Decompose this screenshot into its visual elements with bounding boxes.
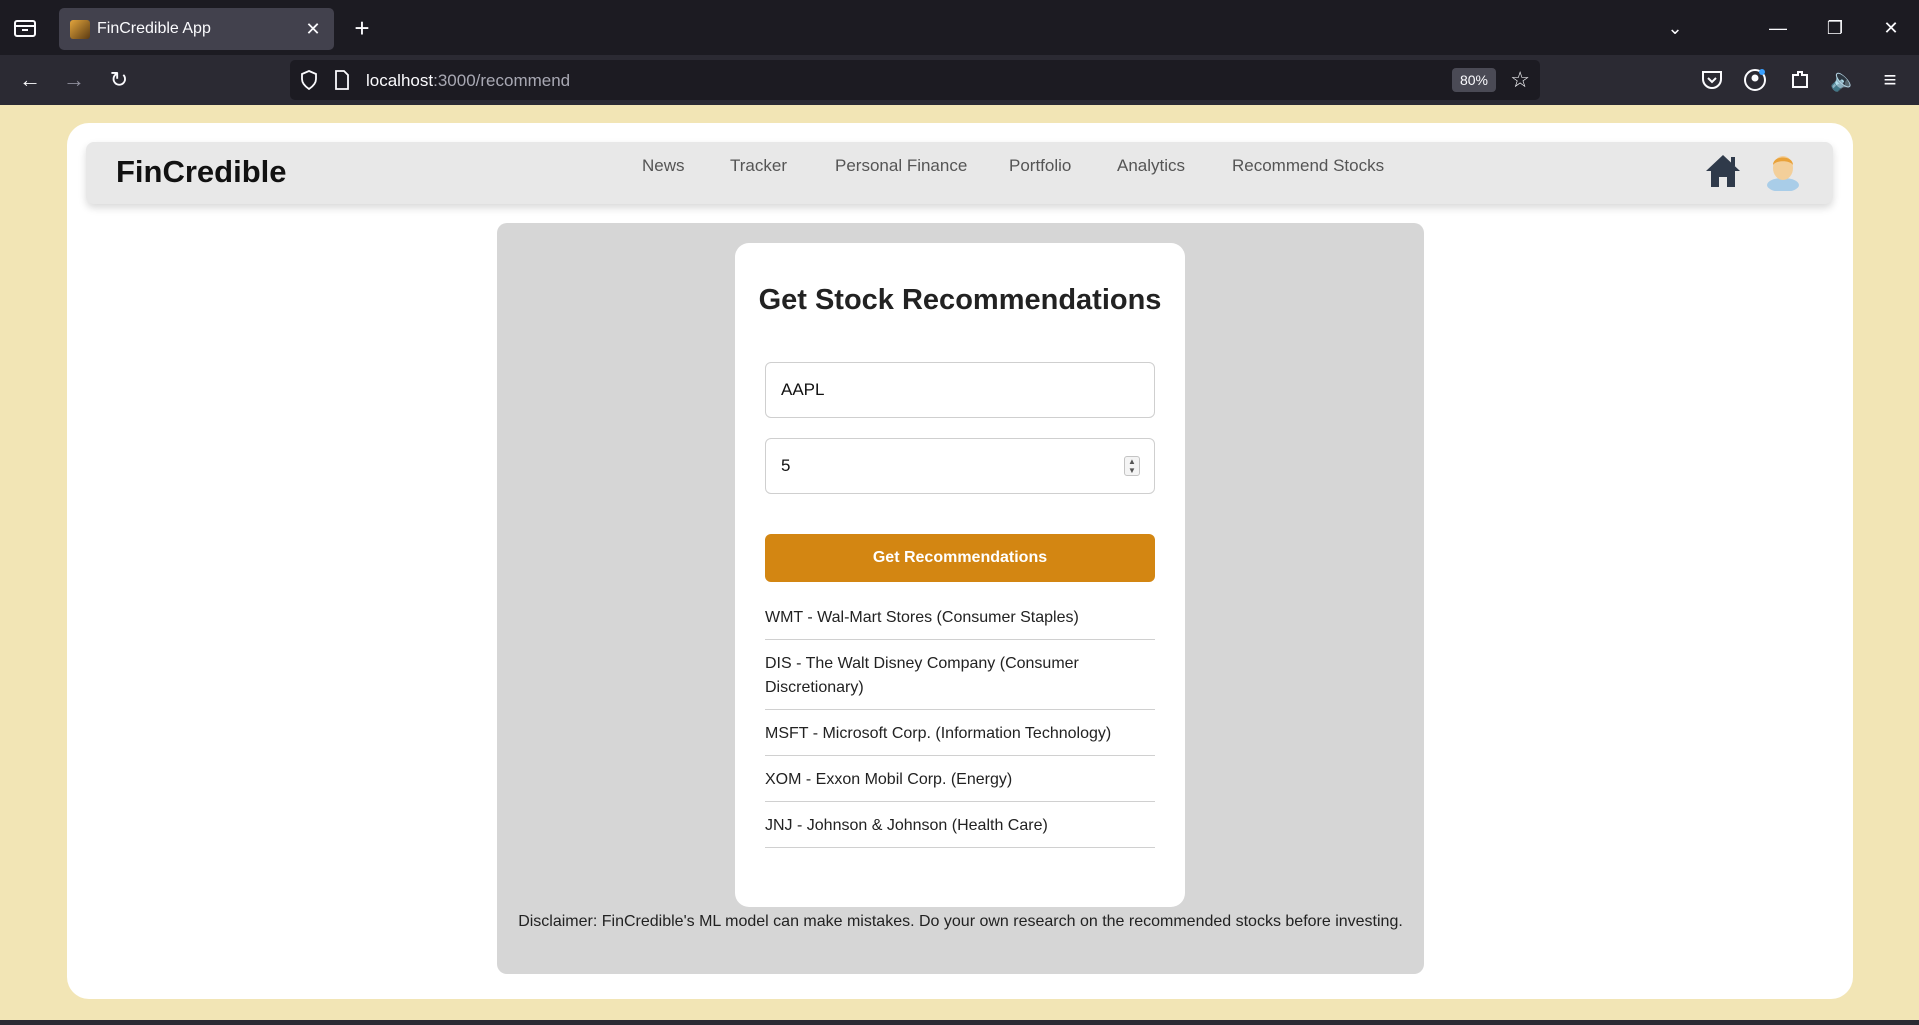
- close-window-icon[interactable]: ✕: [1876, 14, 1906, 42]
- tab-overflow-chevron-icon[interactable]: ⌄: [1660, 14, 1690, 42]
- ticker-input-value: AAPL: [781, 380, 825, 399]
- zoom-level-badge[interactable]: 80%: [1451, 68, 1496, 92]
- tab-title: FinCredible App: [97, 20, 211, 37]
- menu-item-analytics[interactable]: Analytics: [1117, 156, 1185, 176]
- get-recommendations-button[interactable]: Get Recommendations: [765, 534, 1155, 582]
- url-path: :3000/recommend: [433, 71, 571, 90]
- count-number-input[interactable]: 5 ▲ ▼: [765, 438, 1155, 494]
- tab-list-icon[interactable]: [12, 16, 38, 40]
- browser-tab-active[interactable]: FinCredible App ✕: [59, 8, 334, 50]
- number-stepper-icon[interactable]: ▲ ▼: [1124, 456, 1140, 476]
- app-container: FinCredible News Tracker Personal Financ…: [67, 123, 1853, 999]
- new-tab-icon[interactable]: +: [350, 14, 374, 42]
- menu-item-tracker[interactable]: Tracker: [730, 156, 787, 176]
- restore-window-icon[interactable]: ❐: [1820, 14, 1850, 42]
- menu-item-portfolio[interactable]: Portfolio: [1009, 156, 1071, 176]
- browser-nav-bar: ← → ↻ localhost:3000/recommend 80% ☆ 🔈 ≡: [0, 55, 1919, 105]
- menu-item-personal-finance[interactable]: Personal Finance: [835, 156, 967, 176]
- recommendation-panel: Get Stock Recommendations AAPL 5 ▲ ▼ Get …: [497, 223, 1424, 974]
- main-menu: News Tracker Personal Finance Portfolio …: [86, 156, 1833, 186]
- result-item: MSFT - Microsoft Corp. (Information Tech…: [765, 710, 1155, 756]
- url-host: localhost: [366, 71, 434, 90]
- app-menu-icon[interactable]: ≡: [1876, 66, 1904, 94]
- recommendation-results-list: WMT - Wal-Mart Stores (Consumer Staples)…: [765, 594, 1155, 848]
- disclaimer-text: Disclaimer: FinCredible's ML model can m…: [518, 913, 1403, 930]
- pocket-icon[interactable]: [1698, 66, 1726, 94]
- result-item: JNJ - Johnson & Johnson (Health Care): [765, 802, 1155, 848]
- minimize-window-icon[interactable]: —: [1763, 14, 1793, 42]
- url-text[interactable]: localhost:3000/recommend: [366, 71, 570, 91]
- result-item: XOM - Exxon Mobil Corp. (Energy): [765, 756, 1155, 802]
- result-item: DIS - The Walt Disney Company (Consumer …: [765, 640, 1155, 710]
- shield-icon[interactable]: [300, 70, 318, 95]
- account-icon[interactable]: [1741, 66, 1769, 94]
- form-title: Get Stock Recommendations: [758, 284, 1162, 316]
- close-tab-icon[interactable]: ✕: [302, 18, 324, 40]
- menu-item-recommend-stocks[interactable]: Recommend Stocks: [1232, 156, 1384, 176]
- page-info-icon[interactable]: [334, 70, 350, 95]
- result-item: WMT - Wal-Mart Stores (Consumer Staples): [765, 594, 1155, 640]
- bookmark-star-icon[interactable]: ☆: [1510, 68, 1530, 92]
- app-favicon-icon: [70, 20, 90, 39]
- back-arrow-icon[interactable]: ←: [16, 66, 44, 94]
- ticker-input[interactable]: AAPL: [765, 362, 1155, 418]
- user-avatar[interactable]: [1765, 151, 1801, 192]
- bottom-strip: [0, 1020, 1919, 1025]
- app-header: FinCredible News Tracker Personal Financ…: [86, 142, 1833, 204]
- recommendation-form-card: Get Stock Recommendations AAPL 5 ▲ ▼ Get …: [735, 243, 1185, 907]
- count-input-value: 5: [781, 456, 791, 475]
- mute-speaker-icon[interactable]: 🔈: [1830, 66, 1858, 94]
- browser-tab-bar: FinCredible App ✕ + ⌄ — ❐ ✕: [0, 0, 1919, 55]
- extensions-icon[interactable]: [1786, 66, 1814, 94]
- address-bar[interactable]: localhost:3000/recommend 80% ☆: [290, 60, 1540, 100]
- menu-item-news[interactable]: News: [642, 156, 685, 176]
- page-viewport: FinCredible News Tracker Personal Financ…: [0, 105, 1919, 1020]
- forward-arrow-icon[interactable]: →: [60, 66, 88, 94]
- reload-icon[interactable]: ↻: [105, 66, 133, 94]
- home-icon[interactable]: [1703, 152, 1743, 190]
